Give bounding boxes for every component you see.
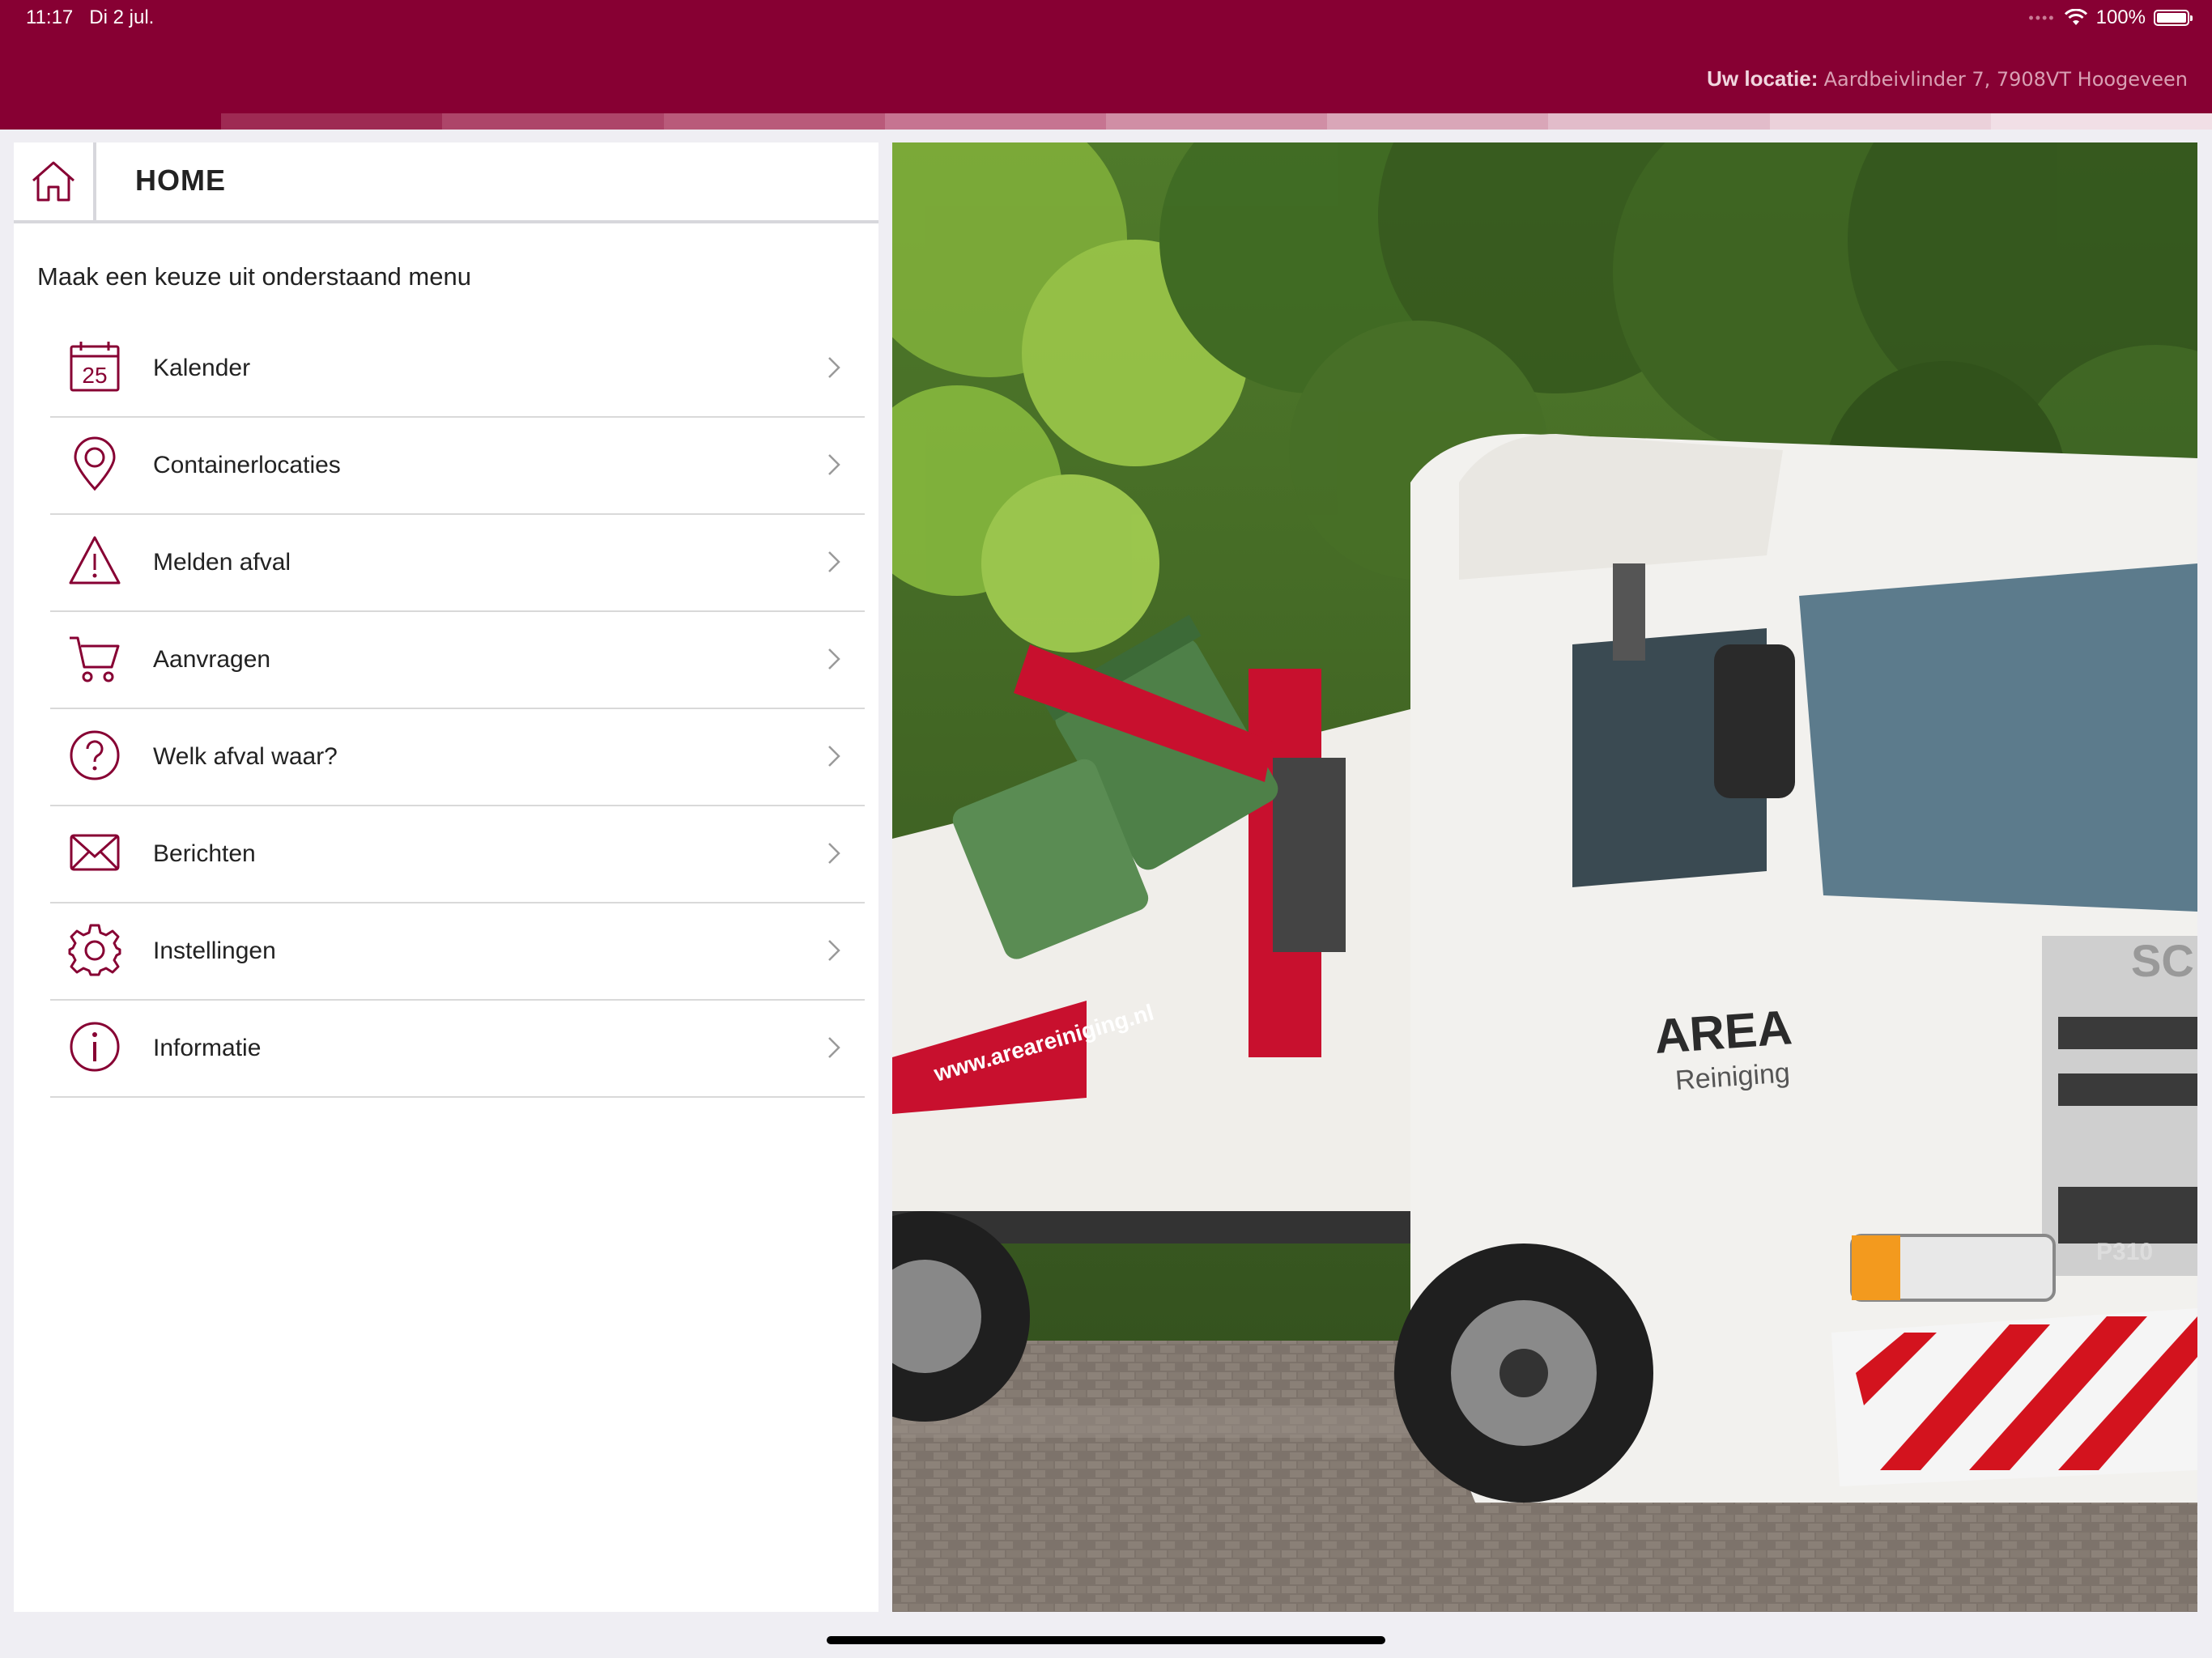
chevron-right-icon [828,1037,840,1058]
intro-text: Maak een keuze uit onderstaand menu [37,262,471,291]
stripe-segment [1769,113,1991,130]
wifi-icon [2064,9,2087,25]
battery-percent: 100% [2095,6,2146,28]
stripe-segment [1548,113,1770,130]
chevron-right-icon [828,648,840,670]
chevron-right-icon [828,940,840,961]
status-right: •••• 100% [2028,6,2193,29]
mail-icon [70,834,120,871]
date-text: Di 2 jul. [89,6,155,28]
question-icon [70,730,120,780]
stripe-segment [884,113,1107,130]
menu-item-instellingen[interactable]: Instellingen [50,903,865,1001]
menu-label: Instellingen [153,937,276,964]
calendar-icon: 25 [70,342,120,392]
stripe-segment [1990,113,2212,130]
menu-item-welk-afval-waar[interactable]: Welk afval waar? [50,709,865,806]
menu-label: Informatie [153,1035,262,1061]
menu-item-containerlocaties[interactable]: Containerlocaties [50,418,865,515]
location-pin-icon [74,436,116,491]
stripe-segment [1327,113,1549,130]
stripe-segment [221,113,443,130]
page-title: HOME [135,164,226,197]
gear-icon [68,924,121,976]
stripe-segment [0,113,222,130]
menu-item-kalender[interactable]: 25 Kalender [50,321,865,418]
brand-text: AREA [1653,1000,1793,1064]
main-menu: 25 Kalender Containerlocaties Melden afv… [50,321,865,1098]
time-text: 11:17 [26,6,74,28]
panel-header: HOME [14,142,878,223]
hero-photo: www.areareiniging.nl AREA Reiniging SC P… [892,142,2197,1612]
grille-text: SC [2131,935,2194,986]
menu-label: Aanvragen [153,646,271,673]
menu-item-melden-afval[interactable]: Melden afval [50,515,865,612]
top-bar: 11:17 Di 2 jul. •••• 100% Uw locatie: Aa… [0,0,2212,113]
menu-label: Containerlocaties [153,452,341,478]
stripe-segment [663,113,885,130]
menu-item-informatie[interactable]: Informatie [50,1001,865,1098]
cart-icon [70,636,120,682]
location-value: Aardbeivlinder 7, 7908VT Hoogeveen [1823,68,2188,91]
chevron-right-icon [828,454,840,475]
decorative-stripes [0,113,2212,130]
menu-item-aanvragen[interactable]: Aanvragen [50,612,865,709]
chevron-right-icon [828,843,840,864]
calendar-day: 25 [82,363,107,388]
menu-panel: HOME Maak een keuze uit onderstaand menu… [14,142,878,1612]
location-label: Uw locatie: [1707,66,1819,91]
garbage-truck-photo: www.areareiniging.nl AREA Reiniging SC P… [892,142,2197,1612]
model-text: P310 [2096,1239,2153,1265]
battery-icon [2154,10,2193,26]
signal-icon: •••• [2028,9,2056,26]
home-indicator[interactable] [827,1636,1385,1644]
menu-item-berichten[interactable]: Berichten [50,806,865,903]
location-display[interactable]: Uw locatie: Aardbeivlinder 7, 7908VT Hoo… [1707,66,2188,91]
menu-label: Welk afval waar? [153,743,338,770]
chevron-right-icon [828,746,840,767]
info-icon [70,1022,120,1072]
menu-label: Melden afval [153,549,291,576]
home-button[interactable] [14,142,96,220]
warning-icon [69,536,121,585]
menu-label: Kalender [153,355,251,381]
chevron-right-icon [828,551,840,572]
stripe-segment [1106,113,1328,130]
home-icon [32,161,74,202]
stripe-segment [442,113,664,130]
chevron-right-icon [828,357,840,378]
status-time: 11:17 Di 2 jul. [26,6,154,29]
menu-label: Berichten [153,840,256,867]
